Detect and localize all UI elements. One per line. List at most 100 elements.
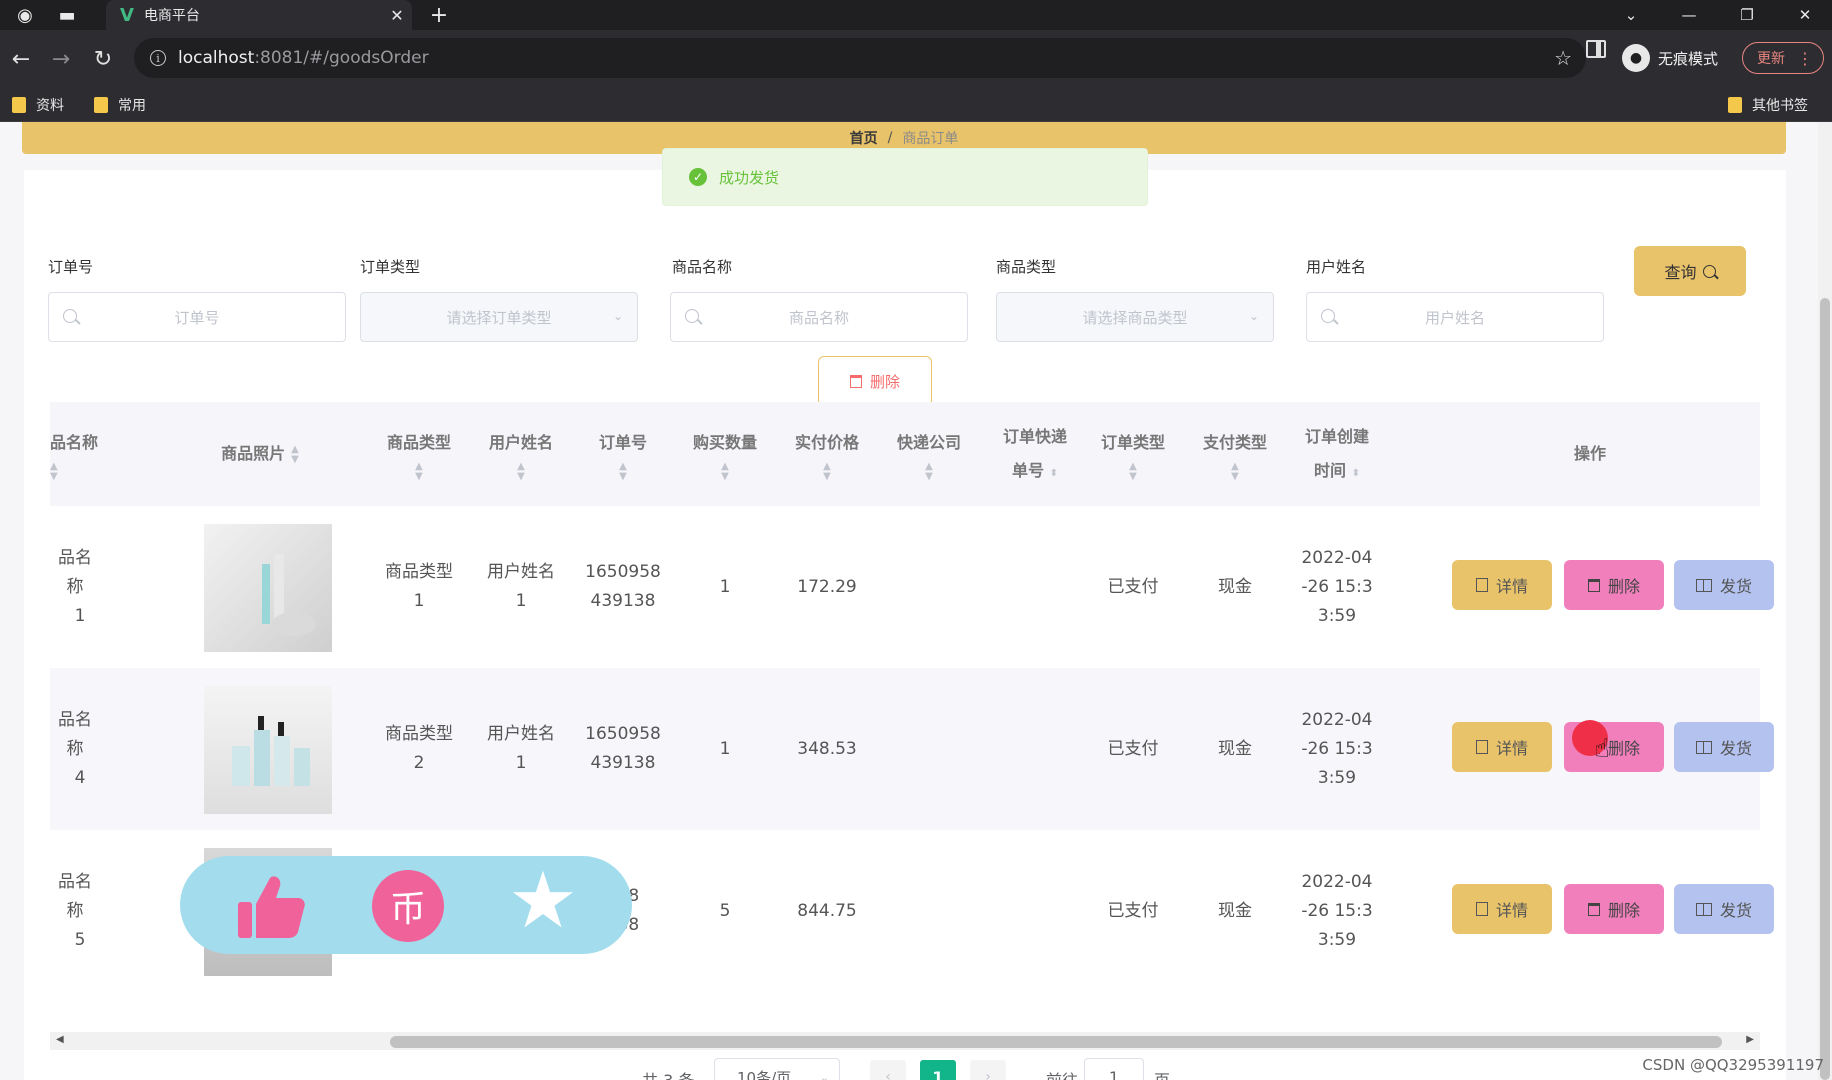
search-icon <box>685 309 699 323</box>
goods-type-select[interactable]: 请选择商品类型 ⌄ <box>996 292 1274 342</box>
detail-button[interactable]: 详情 <box>1452 560 1552 610</box>
restore-icon[interactable]: ❐ <box>1722 0 1772 30</box>
scroll-left-icon[interactable]: ◀ <box>56 1034 64 1045</box>
side-panel-icon[interactable] <box>1586 40 1606 58</box>
url-path: :8081/#/goodsOrder <box>254 48 429 68</box>
cell-pay-type: 现金 <box>1218 738 1252 759</box>
detail-button[interactable]: 详情 <box>1452 722 1552 772</box>
tab-search-icon[interactable]: ▬ <box>54 0 80 30</box>
sort-icon[interactable]: ⬍ <box>1352 468 1360 479</box>
th-pay-type[interactable]: 支付类型 ▲ ▼ <box>1192 402 1278 506</box>
delete-button[interactable]: 删除 <box>1564 560 1664 610</box>
globe-icon[interactable]: ◉ <box>10 0 40 30</box>
new-tab-icon[interactable]: + <box>424 0 454 30</box>
scroll-right-icon[interactable]: ▶ <box>1746 1034 1754 1045</box>
prev-page-button[interactable]: ‹ <box>870 1060 906 1080</box>
th-goods-photo[interactable]: 商品照片 ▲ ▼ <box>180 402 340 506</box>
th-order-no[interactable]: 订单号 ▲ ▼ <box>580 402 666 506</box>
page-1-button[interactable]: 1 <box>920 1060 956 1080</box>
product-photo[interactable] <box>204 524 332 652</box>
sort-icon[interactable]: ▲ ▼ <box>1231 462 1239 482</box>
user-name-input[interactable]: 用户姓名 <box>1306 292 1604 342</box>
filter-label-user-name: 用户姓名 <box>1306 258 1367 276</box>
ship-button[interactable]: 发货 <box>1674 560 1774 610</box>
th-express-company[interactable]: 快递公司 ▲ ▼ <box>886 402 972 506</box>
th-goods-type[interactable]: 商品类型 ▲ ▼ <box>376 402 462 506</box>
update-button[interactable]: 更新 ⋮ <box>1742 42 1824 74</box>
bookmarks-bar: 资料 常用 其他书签 <box>0 88 1832 122</box>
breadcrumb-home[interactable]: 首页 <box>850 128 878 148</box>
sort-icon[interactable]: ▲ ▼ <box>517 462 525 482</box>
sort-icon[interactable]: ▲ ▼ <box>823 462 831 482</box>
cell-goods-name: 品名称 5 <box>58 871 92 950</box>
product-photo[interactable] <box>204 686 332 814</box>
sort-icon[interactable]: ▲ ▼ <box>50 462 58 482</box>
book-icon <box>1695 902 1712 916</box>
thumbs-up-icon[interactable] <box>236 874 306 940</box>
sort-icon[interactable]: ▲ ▼ <box>925 462 933 482</box>
th-user-name[interactable]: 用户姓名 ▲ ▼ <box>478 402 564 506</box>
sort-icon[interactable]: ▲ ▼ <box>721 462 729 482</box>
th-create-time[interactable]: 订单创建 时间 ⬍ <box>1294 402 1380 506</box>
more-menu-icon[interactable]: ⋮ <box>1797 49 1813 68</box>
order-type-select[interactable]: 请选择订单类型 ⌄ <box>360 292 638 342</box>
cell-order-type: 已支付 <box>1107 576 1159 597</box>
ship-button[interactable]: 发货 <box>1674 722 1774 772</box>
other-bookmarks[interactable]: 其他书签 <box>1728 95 1808 115</box>
page-size-select[interactable]: 10条/页 ⌄ <box>714 1058 840 1080</box>
filter-label-goods-name: 商品名称 <box>672 258 733 276</box>
next-page-button[interactable]: › <box>970 1060 1006 1080</box>
scrollbar-thumb[interactable] <box>1820 298 1830 1080</box>
search-icon <box>1702 264 1716 278</box>
cell-express-company <box>886 506 972 668</box>
bookmark-folder-changyong[interactable]: 常用 <box>94 95 146 115</box>
th-price[interactable]: 实付价格 ▲ ▼ <box>784 402 870 506</box>
url-field[interactable]: i localhost :8081/#/goodsOrder ☆ <box>134 38 1586 78</box>
filter-label-order-no: 订单号 <box>48 258 94 276</box>
site-info-icon[interactable]: i <box>150 50 166 66</box>
tab-list-icon[interactable]: ⌄ <box>1606 0 1656 30</box>
bookmark-star-icon[interactable]: ☆ <box>1554 46 1572 70</box>
incognito-indicator[interactable]: ● 无痕模式 <box>1622 44 1718 72</box>
ship-button[interactable]: 发货 <box>1674 884 1774 934</box>
close-tab-icon[interactable]: ✕ <box>382 6 412 25</box>
forward-icon[interactable]: → <box>44 42 78 76</box>
horizontal-scrollbar[interactable]: ◀ ▶ <box>50 1032 1760 1050</box>
tab-title: 电商平台 <box>143 8 200 24</box>
order-no-input[interactable]: 订单号 <box>48 292 346 342</box>
sort-icon[interactable]: ▲ ▼ <box>415 462 423 482</box>
order-type-placeholder: 请选择订单类型 <box>446 308 552 327</box>
favorite-star-icon[interactable]: ★ <box>508 862 578 940</box>
batch-delete-button[interactable]: 删除 <box>818 356 932 406</box>
scrollbar-thumb[interactable] <box>390 1036 1722 1048</box>
query-button[interactable]: 查询 <box>1634 246 1746 296</box>
breadcrumb-separator: / <box>887 130 893 146</box>
sort-icon[interactable]: ▲ ▼ <box>1129 462 1137 482</box>
back-icon[interactable]: ← <box>4 42 38 76</box>
close-window-icon[interactable]: ✕ <box>1780 0 1830 30</box>
sort-icon[interactable]: ▲ ▼ <box>619 462 627 482</box>
detail-button[interactable]: 详情 <box>1452 884 1552 934</box>
sort-icon[interactable]: ▲ ▼ <box>291 445 299 465</box>
trash-icon <box>1587 578 1600 592</box>
reload-icon[interactable]: ↻ <box>86 42 120 76</box>
sort-icon[interactable]: ⬍ <box>1050 468 1058 479</box>
th-express-no[interactable]: 订单快递 单号 ⬍ <box>990 402 1080 506</box>
cell-create-time: 2022-04 -26 15:3 3:59 <box>1301 871 1373 950</box>
goods-name-input[interactable]: 商品名称 <box>670 292 968 342</box>
th-goods-name[interactable]: 品名称 ▲ ▼ <box>50 402 110 506</box>
table-header: 品名称 ▲ ▼ 商品照片 ▲ ▼ 商品类型 ▲ ▼ 用户姓名 ▲ ▼ 订单号 ▲ ▼ 购买数量 ▲ ▼ … <box>50 402 1760 506</box>
trash-icon <box>849 374 862 388</box>
hand-cursor-icon: ☝ <box>1594 734 1610 764</box>
browser-tab[interactable]: V 电商平台 ✕ <box>106 0 412 30</box>
coin-icon[interactable]: 币 <box>372 870 444 942</box>
incognito-icon: ● <box>1622 44 1650 72</box>
delete-button[interactable]: 删除 <box>1564 884 1664 934</box>
goto-page-input[interactable]: 1 <box>1084 1058 1144 1080</box>
minimize-icon[interactable]: — <box>1664 0 1714 30</box>
th-order-type[interactable]: 订单类型 ▲ ▼ <box>1090 402 1176 506</box>
vertical-scrollbar[interactable] <box>1818 122 1832 1080</box>
bookmark-folder-ziliao[interactable]: 资料 <box>12 95 64 115</box>
search-icon <box>63 309 77 323</box>
th-qty[interactable]: 购买数量 ▲ ▼ <box>682 402 768 506</box>
